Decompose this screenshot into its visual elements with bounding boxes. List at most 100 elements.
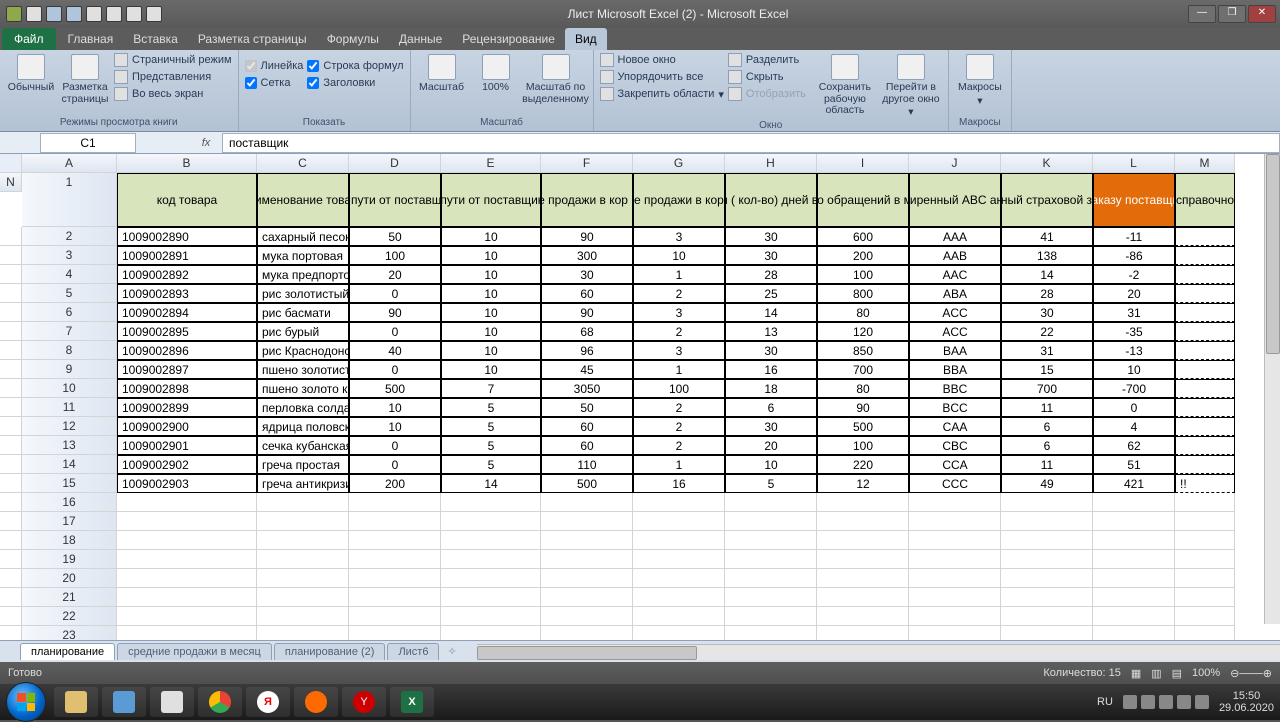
row-header[interactable]: 5 — [22, 284, 117, 303]
select-all-corner[interactable] — [0, 154, 22, 173]
cell[interactable]: ядрица половская — [257, 417, 349, 436]
tab-insert[interactable]: Вставка — [123, 28, 188, 50]
cell[interactable]: рис бурый — [257, 322, 349, 341]
cell[interactable]: 50 — [541, 398, 633, 417]
cell[interactable] — [0, 626, 22, 640]
fx-icon[interactable]: fx — [196, 137, 216, 149]
cell[interactable]: -86 — [1093, 246, 1175, 265]
cell[interactable] — [441, 531, 541, 550]
cell[interactable] — [0, 398, 22, 417]
cell[interactable]: 68 — [541, 322, 633, 341]
row-header[interactable]: 9 — [22, 360, 117, 379]
cell[interactable]: 10 — [349, 417, 441, 436]
cell[interactable]: 30 — [1001, 303, 1093, 322]
column-header[interactable]: J — [909, 154, 1001, 173]
cell[interactable] — [349, 588, 441, 607]
cell[interactable] — [0, 474, 22, 493]
cell[interactable] — [541, 588, 633, 607]
cell[interactable] — [117, 607, 257, 626]
gridlines-checkbox[interactable]: Сетка — [245, 75, 304, 91]
cell[interactable]: греча простая — [257, 455, 349, 474]
cell[interactable] — [725, 569, 817, 588]
cell[interactable]: 5 — [441, 455, 541, 474]
cell[interactable]: 18 — [725, 379, 817, 398]
cell[interactable] — [1175, 569, 1235, 588]
cell[interactable]: мука портовая — [257, 246, 349, 265]
cell[interactable]: 2 — [633, 417, 725, 436]
vertical-scrollbar[interactable] — [1264, 154, 1280, 624]
formulabar-checkbox[interactable]: Строка формул — [307, 58, 403, 74]
clock-date[interactable]: 29.06.2020 — [1219, 702, 1274, 714]
taskbar-chrome[interactable] — [198, 687, 242, 717]
cell[interactable] — [909, 531, 1001, 550]
cell[interactable]: 10 — [441, 360, 541, 379]
cell[interactable]: 80 — [817, 303, 909, 322]
cell[interactable]: рис золотистый — [257, 284, 349, 303]
cell[interactable]: 500 — [817, 417, 909, 436]
cell[interactable]: 11 — [1001, 455, 1093, 474]
cell[interactable]: 2 — [633, 322, 725, 341]
cell[interactable]: 100 — [349, 246, 441, 265]
zoom-out-button[interactable]: ⊖───⊕ — [1230, 667, 1272, 680]
cell[interactable] — [0, 303, 22, 322]
switch-windows-button[interactable]: Перейти в другое окно ▾ — [880, 52, 942, 119]
cell[interactable] — [1175, 588, 1235, 607]
column-header[interactable]: G — [633, 154, 725, 173]
cell[interactable]: 6 — [725, 398, 817, 417]
cell[interactable] — [1175, 398, 1235, 417]
cell[interactable]: 1 — [633, 360, 725, 379]
cell[interactable] — [1175, 512, 1235, 531]
cell[interactable]: 1009002902 — [117, 455, 257, 474]
cell[interactable]: 10 — [441, 284, 541, 303]
cell[interactable]: 40 — [349, 341, 441, 360]
column-header[interactable]: K — [1001, 154, 1093, 173]
cell[interactable] — [257, 550, 349, 569]
row-header[interactable]: 13 — [22, 436, 117, 455]
cell[interactable]: 200 — [349, 474, 441, 493]
cell[interactable] — [1175, 493, 1235, 512]
cell[interactable] — [633, 588, 725, 607]
cell[interactable] — [1093, 607, 1175, 626]
column-header[interactable]: H — [725, 154, 817, 173]
cell[interactable] — [817, 512, 909, 531]
cell[interactable] — [117, 493, 257, 512]
row-header[interactable]: 3 — [22, 246, 117, 265]
cell[interactable]: 300 — [541, 246, 633, 265]
cell[interactable]: 30 — [725, 417, 817, 436]
cell[interactable] — [1175, 436, 1235, 455]
cell[interactable] — [349, 569, 441, 588]
cell[interactable]: 60 — [541, 284, 633, 303]
cell[interactable]: 10 — [725, 455, 817, 474]
cell[interactable] — [0, 227, 22, 246]
save-icon[interactable] — [26, 6, 42, 22]
cell[interactable] — [1175, 379, 1235, 398]
taskbar-app[interactable] — [150, 687, 194, 717]
cell[interactable] — [725, 531, 817, 550]
cell[interactable] — [0, 436, 22, 455]
cell[interactable]: 1009002896 — [117, 341, 257, 360]
cell[interactable] — [441, 607, 541, 626]
zoom-button[interactable]: Масштаб — [417, 52, 467, 94]
cell[interactable] — [0, 379, 22, 398]
cell[interactable] — [349, 550, 441, 569]
row-header[interactable]: 4 — [22, 265, 117, 284]
cell[interactable] — [725, 588, 817, 607]
cell[interactable] — [1175, 360, 1235, 379]
row-header[interactable]: 23 — [22, 626, 117, 640]
taskbar-app[interactable] — [294, 687, 338, 717]
cell[interactable]: 1009002894 — [117, 303, 257, 322]
cell[interactable]: 1009002895 — [117, 322, 257, 341]
column-header[interactable]: B — [117, 154, 257, 173]
cell[interactable]: ABA — [909, 284, 1001, 303]
cell[interactable] — [1001, 569, 1093, 588]
cell[interactable]: сечка кубанская — [257, 436, 349, 455]
cell[interactable]: CBC — [909, 436, 1001, 455]
cell[interactable]: 0 — [349, 455, 441, 474]
cell[interactable]: перловка солдатская — [257, 398, 349, 417]
row-header[interactable]: 20 — [22, 569, 117, 588]
cell[interactable]: 30 — [725, 227, 817, 246]
cell[interactable] — [1175, 284, 1235, 303]
taskbar-app[interactable] — [54, 687, 98, 717]
cell[interactable] — [541, 569, 633, 588]
cell[interactable] — [909, 569, 1001, 588]
